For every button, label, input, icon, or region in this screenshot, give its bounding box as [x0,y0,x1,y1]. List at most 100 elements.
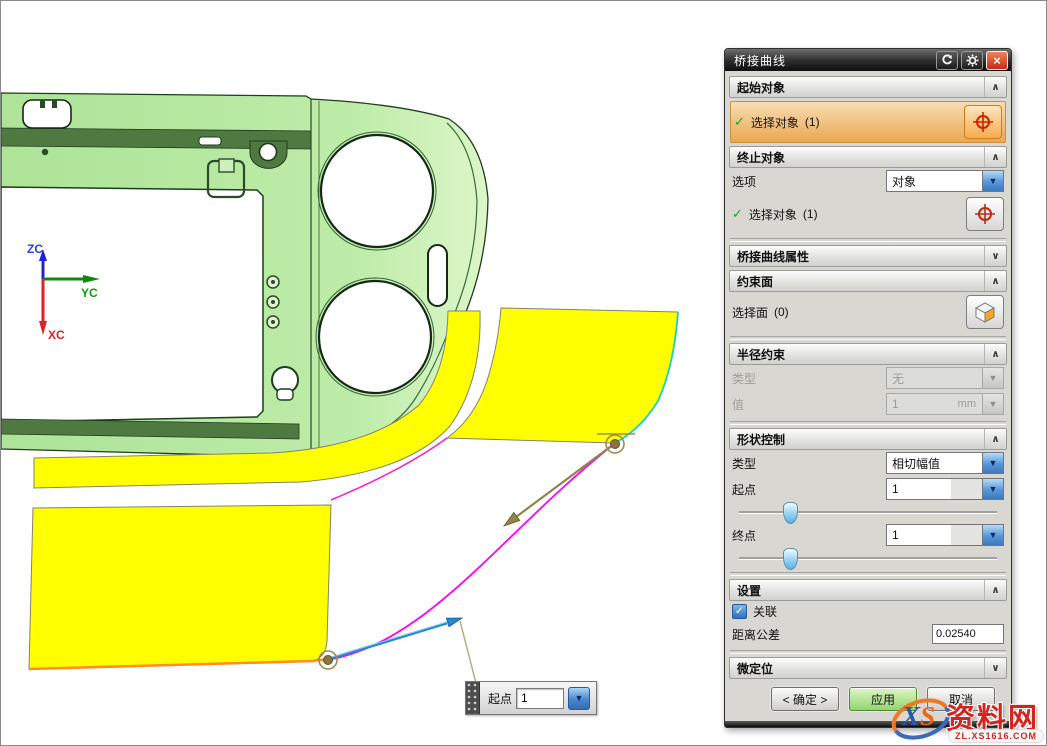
ok-button[interactable]: < 确定 > [771,687,839,711]
section-micro-positioning-label: 微定位 [737,660,773,677]
start-tangent-shaft[interactable] [332,623,447,658]
end-select-button[interactable] [966,197,1004,231]
crosshair-icon [971,111,995,133]
radius-value-row: 值 1 mm ▼ [729,391,1007,417]
application-viewport: ZC YC XC 起点 1 ▼ 桥接曲线 [0,0,1047,746]
shape-end-value: 1 [887,528,982,542]
collapse-chevron-icon[interactable]: ∧ [984,77,1006,97]
shape-end-row: 终点 1 ▼ [729,522,1007,548]
reset-button[interactable] [936,51,958,70]
slider-thumb[interactable] [783,502,798,524]
slider-track[interactable] [739,511,997,514]
face-select-button[interactable] [966,295,1004,329]
dialog-titlebar[interactable]: 桥接曲线 × [725,49,1011,71]
section-settings[interactable]: 设置 ∧ [729,579,1007,601]
shape-end-label: 终点 [732,527,756,544]
face-select-row[interactable]: 选择面 (0) [729,292,1007,332]
check-icon: ✓ [734,114,745,130]
collapse-chevron-icon[interactable]: ∧ [984,344,1006,364]
section-shape-control[interactable]: 形状控制 ∧ [729,428,1007,450]
side-slot [428,245,447,306]
section-start-object[interactable]: 起始对象 ∧ [729,76,1007,98]
dialog-title: 桥接曲线 [734,52,933,69]
dropdown-arrow-icon[interactable]: ▼ [982,171,1003,191]
yellow-right-surface[interactable] [447,308,678,443]
slider-thumb[interactable] [783,548,798,570]
shape-end-slider[interactable] [737,548,999,568]
leader-line [460,621,477,687]
section-micro-positioning[interactable]: 微定位 ∨ [729,657,1007,679]
radius-unit: mm [958,398,976,410]
watermark-letters: XS [902,701,935,732]
gauge-circle-bottom [319,281,431,393]
associative-row[interactable]: ✓ 关联 [729,601,1007,622]
reset-icon [941,54,953,66]
start-input-field[interactable]: 1 [516,688,564,709]
main-opening [1,187,263,422]
expand-chevron-icon[interactable]: ∨ [984,246,1006,266]
radius-value: 1 [887,397,958,411]
triad-z-label: ZC [27,242,43,256]
watermark: XS 资料网 ZL.XS1616.COM [888,693,1044,745]
shape-start-slider[interactable] [737,502,999,522]
end-option-label: 选项 [732,173,756,190]
shape-start-field[interactable]: 1 ▼ [886,478,1004,500]
shape-start-row: 起点 1 ▼ [729,476,1007,502]
separator [730,336,1006,340]
start-input-spinner[interactable]: ▼ [568,687,590,710]
end-tangent-arrowhead[interactable] [504,512,520,526]
start-input-label: 起点 [488,690,512,707]
close-button[interactable]: × [986,51,1008,70]
small-dot [42,149,48,155]
section-constraint-face[interactable]: 约束面 ∧ [729,270,1007,292]
onscreen-start-input[interactable]: 起点 1 ▼ [465,681,597,715]
cube-face-icon [974,301,996,323]
settings-button[interactable] [961,51,983,70]
section-radius-constraint[interactable]: 半径约束 ∧ [729,343,1007,365]
section-bridge-properties-label: 桥接曲线属性 [737,248,809,265]
drag-handle[interactable] [466,682,480,714]
tolerance-field[interactable]: 0.02540 [932,624,1004,644]
rail-slot [199,137,221,145]
radius-type-row: 类型 无 ▼ [729,365,1007,391]
start-tangent-handle[interactable] [332,618,462,658]
slider-track[interactable] [739,557,997,560]
collapse-chevron-icon[interactable]: ∧ [984,147,1006,167]
section-shape-control-label: 形状控制 [737,431,785,448]
spinner-arrow-icon: ▼ [982,394,1003,414]
green-part[interactable] [1,93,488,457]
shape-end-field[interactable]: 1 ▼ [886,524,1004,546]
end-option-dropdown[interactable]: 对象 ▼ [886,170,1004,192]
start-select-button[interactable] [964,105,1002,139]
dropdown-arrow-icon: ▼ [982,368,1003,388]
end-select-label: 选择对象 [749,206,797,223]
separator [730,572,1006,576]
spinner-arrow-icon[interactable]: ▼ [982,525,1003,545]
start-select-count: (1) [805,115,820,129]
expand-chevron-icon[interactable]: ∨ [984,658,1006,678]
start-select-row[interactable]: ✓ 选择对象 (1) [730,101,1006,143]
section-settings-label: 设置 [737,582,761,599]
section-end-object[interactable]: 终止对象 ∧ [729,146,1007,168]
spinner-arrow-icon[interactable]: ▼ [982,479,1003,499]
hole-notch [40,100,45,108]
shape-type-row: 类型 相切幅值 ▼ [729,450,1007,476]
end-tangent-shaft[interactable] [516,447,610,517]
separator [730,650,1006,654]
check-icon: ✓ [732,206,743,222]
collapse-chevron-icon[interactable]: ∧ [984,580,1006,600]
dropdown-arrow-icon[interactable]: ▼ [982,453,1003,473]
collapse-chevron-icon[interactable]: ∧ [984,429,1006,449]
section-bridge-properties[interactable]: 桥接曲线属性 ∨ [729,245,1007,267]
collapse-chevron-icon[interactable]: ∧ [984,271,1006,291]
yellow-lower-surface[interactable] [29,505,331,669]
end-select-row[interactable]: ✓ 选择对象 (1) [729,194,1007,234]
top-left-hole [23,100,71,128]
shape-type-value: 相切幅值 [887,455,982,472]
radius-value-field: 1 mm ▼ [886,393,1004,415]
tolerance-label: 距离公差 [732,626,780,643]
section-radius-constraint-label: 半径约束 [737,346,785,363]
shape-type-dropdown[interactable]: 相切幅值 ▼ [886,452,1004,474]
triad-y-label: YC [81,286,98,300]
associative-checkbox[interactable]: ✓ [732,604,747,619]
